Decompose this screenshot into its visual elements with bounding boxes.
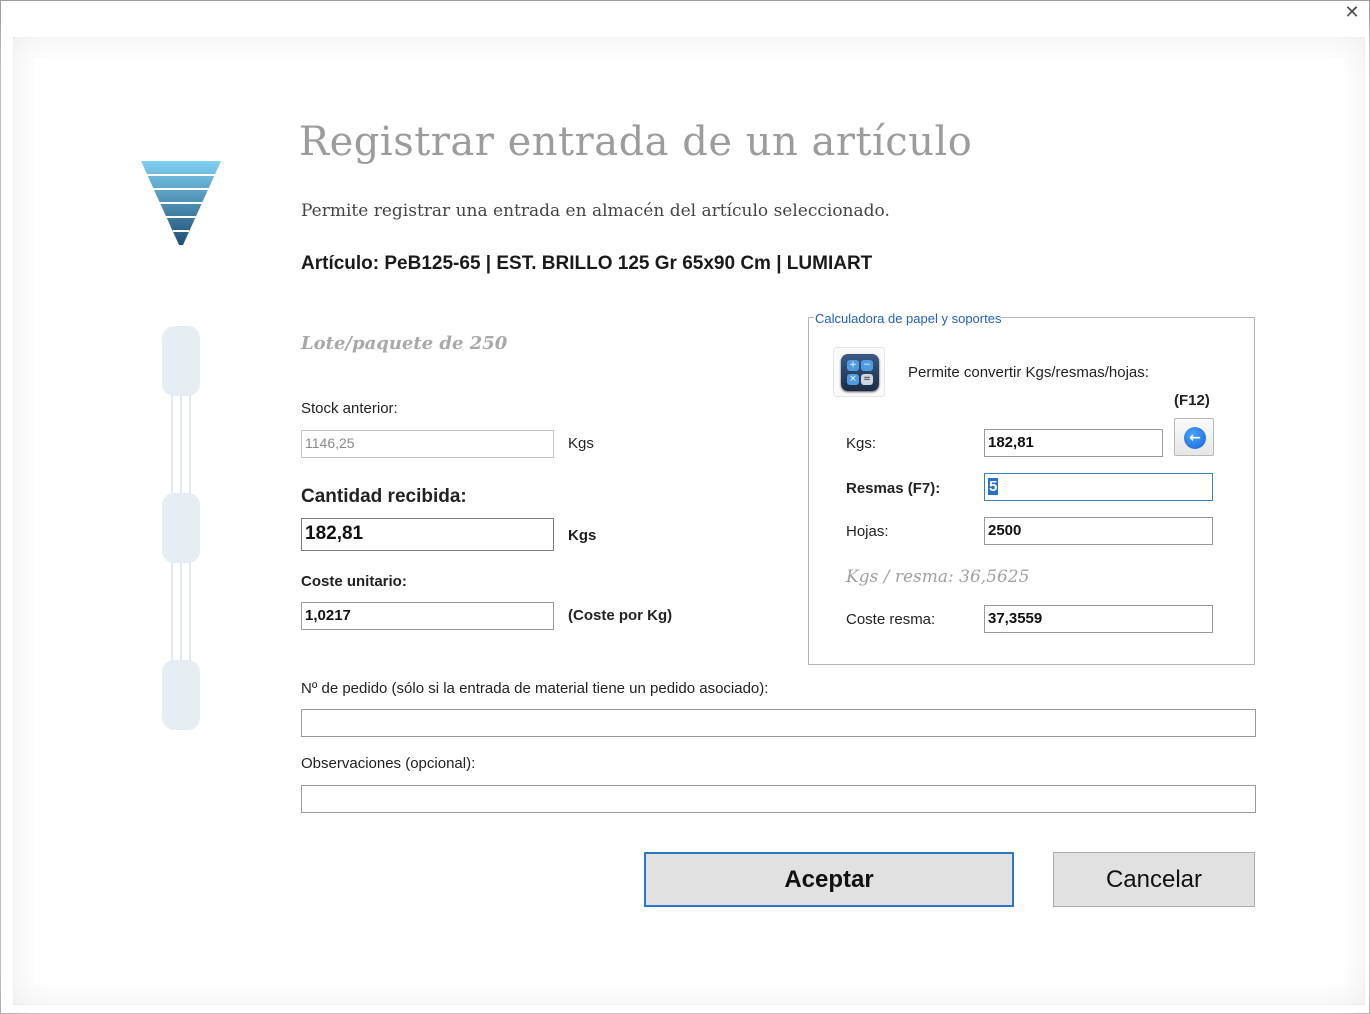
coste-label: Coste unitario: — [301, 573, 407, 590]
calc-coste-resma-label: Coste resma: — [846, 611, 936, 628]
calculator-shortcut: (F12) — [1174, 392, 1210, 409]
accept-button[interactable]: Aceptar — [644, 852, 1014, 907]
stock-field[interactable]: 1146,25 — [301, 430, 554, 458]
calc-kgs-label: Kgs: — [846, 435, 877, 452]
calc-resmas-label: Resmas (F7): — [846, 480, 941, 497]
article-summary: Artículo: PeB125-65 | EST. BRILLO 125 Gr… — [301, 253, 873, 274]
cantidad-label: Cantidad recibida: — [301, 486, 467, 507]
rail-line — [189, 393, 191, 495]
apply-kgs-button[interactable]: ← — [1174, 418, 1214, 456]
pedido-label: Nº de pedido (sólo si la entrada de mate… — [301, 680, 769, 697]
calc-kgs-field[interactable]: 182,81 — [984, 429, 1163, 457]
observaciones-field[interactable] — [301, 785, 1256, 813]
resmas-selected-text: 5 — [988, 478, 999, 495]
rail-line — [180, 559, 182, 663]
calculator-icon: + − × = — [833, 347, 885, 397]
step-indicator — [162, 326, 200, 396]
calc-hojas-label: Hojas: — [846, 523, 889, 540]
stock-unit: Kgs — [568, 435, 594, 452]
rail-line — [171, 393, 173, 495]
arrow-left-icon: ← — [1184, 427, 1206, 449]
calculator-legend: Calculadora de papel y soportes — [814, 311, 1003, 326]
step-indicator — [162, 660, 200, 730]
step-indicator — [162, 493, 200, 563]
page-subtitle: Permite registrar una entrada en almacén… — [301, 201, 890, 221]
lote-info: Lote/paquete de 250 — [301, 333, 508, 354]
funnel-logo-icon — [141, 161, 221, 245]
stock-label: Stock anterior: — [301, 400, 398, 417]
rail-line — [189, 559, 191, 663]
calc-resmas-field[interactable]: 5 — [984, 473, 1213, 501]
close-icon[interactable]: ✕ — [1341, 3, 1363, 25]
observaciones-label: Observaciones (opcional): — [301, 755, 476, 772]
coste-unit: (Coste por Kg) — [568, 607, 673, 624]
cancel-button[interactable]: Cancelar — [1053, 852, 1255, 907]
rail-line — [180, 393, 182, 495]
page-title: Registrar entrada de un artículo — [299, 119, 973, 165]
dialog-window: ✕ Registrar entrada de un artículo Permi… — [0, 0, 1370, 1014]
coste-field[interactable]: 1,0217 — [301, 602, 554, 630]
calc-coste-resma-field[interactable]: 37,3559 — [984, 605, 1213, 633]
pedido-field[interactable] — [301, 709, 1256, 737]
kgs-per-resma: Kgs / resma: 36,5625 — [846, 567, 1030, 587]
cantidad-field[interactable]: 182,81 — [301, 518, 554, 551]
calculator-description: Permite convertir Kgs/resmas/hojas: — [908, 364, 1149, 381]
cantidad-unit: Kgs — [568, 527, 597, 544]
calc-hojas-field[interactable]: 2500 — [984, 517, 1213, 545]
rail-line — [171, 559, 173, 663]
